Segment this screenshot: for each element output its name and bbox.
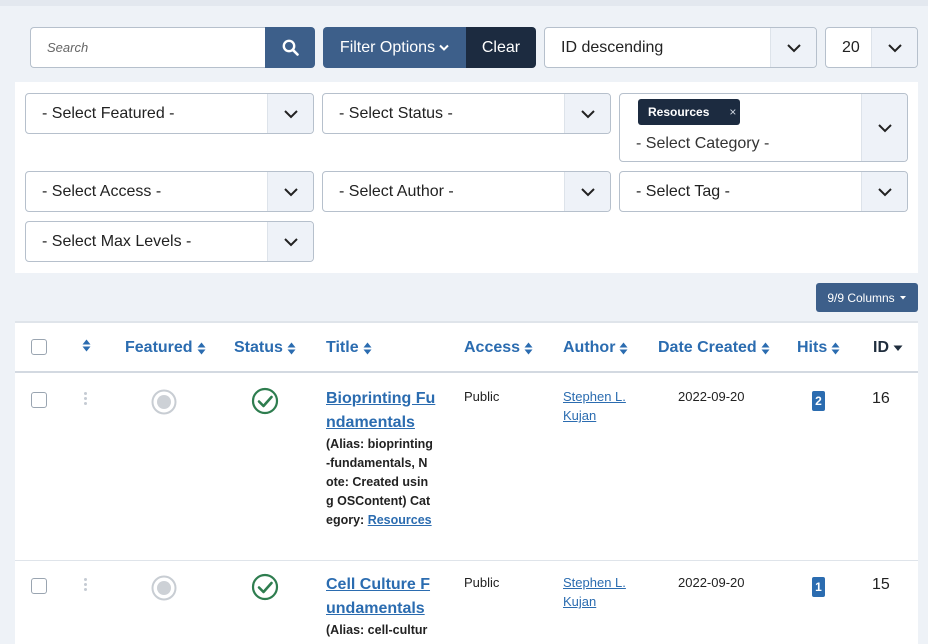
- unfeatured-circle-icon[interactable]: [150, 388, 178, 416]
- date-created-value: 2022-09-20: [678, 389, 745, 404]
- filter-toggle-group: Filter Options Clear: [323, 27, 536, 68]
- id-header-label: ID: [873, 339, 889, 356]
- caret-down-icon: [893, 345, 903, 351]
- date-created-header-label: Date Created: [658, 339, 757, 356]
- access-column-header[interactable]: Access: [464, 339, 533, 357]
- ordering-select[interactable]: ID descending: [544, 27, 817, 68]
- id-value: 15: [872, 576, 890, 593]
- author-header-label: Author: [563, 339, 616, 356]
- sort-icon: [363, 342, 372, 354]
- date-created-value: 2022-09-20: [678, 575, 745, 590]
- select-all-checkbox[interactable]: [31, 339, 47, 355]
- row-checkbox[interactable]: [31, 578, 47, 594]
- author-filter-select[interactable]: - Select Author -: [322, 171, 611, 212]
- filter-options-label: Filter Options: [339, 38, 436, 56]
- drag-handle-icon[interactable]: [84, 578, 88, 593]
- article-title-link[interactable]: Cell Culture Fundamentals: [326, 573, 436, 621]
- author-column-header[interactable]: Author: [563, 339, 628, 357]
- clear-button[interactable]: Clear: [466, 27, 536, 68]
- sort-icon: [619, 342, 628, 354]
- title-column-header[interactable]: Title: [326, 339, 372, 357]
- featured-header-label: Featured: [125, 339, 193, 356]
- id-value: 16: [872, 390, 890, 407]
- category-chip: Resources ×: [638, 99, 740, 125]
- sort-icon: [761, 342, 770, 354]
- sort-icon: [287, 342, 296, 354]
- filter-options-button[interactable]: Filter Options: [323, 27, 466, 68]
- search-bar: [30, 27, 315, 68]
- status-column-header[interactable]: Status: [234, 339, 296, 357]
- columns-toggle-label: 9/9 Columns: [827, 290, 895, 305]
- access-value: Public: [464, 575, 500, 590]
- category-filter-select[interactable]: Resources × - Select Category -: [619, 93, 908, 162]
- title-header-label: Title: [326, 339, 359, 356]
- featured-filter-select[interactable]: - Select Featured -: [25, 93, 314, 134]
- article-alias-note: (Alias: bioprinting-fundamentals, Note: …: [326, 435, 434, 530]
- access-filter-value: - Select Access -: [42, 182, 162, 200]
- date-created-column-header[interactable]: Date Created: [658, 339, 770, 357]
- tag-filter-value: - Select Tag -: [636, 182, 730, 200]
- hits-column-header[interactable]: Hits: [797, 339, 840, 357]
- search-input[interactable]: [30, 27, 266, 68]
- sort-icon: [197, 342, 206, 354]
- columns-toggle-button[interactable]: 9/9 Columns: [816, 283, 918, 312]
- check-circle-icon[interactable]: [251, 573, 279, 601]
- category-chip-label: Resources: [648, 105, 710, 119]
- status-header-label: Status: [234, 339, 283, 356]
- id-column-header[interactable]: ID: [873, 339, 903, 357]
- drag-handle-icon[interactable]: [84, 392, 88, 407]
- article-alias-note: (Alias: cell-culture: [326, 623, 428, 644]
- status-filter-select[interactable]: - Select Status -: [322, 93, 611, 134]
- chevron-down-icon: [564, 172, 610, 211]
- check-circle-icon[interactable]: [251, 387, 279, 415]
- table-header: Featured Status Title Access Author Date…: [15, 323, 918, 373]
- chevron-down-icon: [267, 94, 313, 133]
- chevron-down-icon: [770, 28, 816, 67]
- table-row: Cell Culture Fundamentals (Alias: cell-c…: [15, 562, 918, 644]
- category-link[interactable]: Resources: [368, 513, 432, 527]
- hits-badge: 1: [812, 577, 825, 597]
- chevron-down-icon: [871, 28, 917, 67]
- featured-column-header[interactable]: Featured: [125, 339, 206, 357]
- sort-icon: [831, 342, 840, 354]
- max-levels-filter-value: - Select Max Levels -: [42, 232, 192, 250]
- hits-header-label: Hits: [797, 339, 828, 356]
- filter-panel: - Select Featured - - Select Status - Re…: [15, 82, 918, 273]
- articles-table: Featured Status Title Access Author Date…: [15, 321, 918, 644]
- row-checkbox[interactable]: [31, 392, 47, 408]
- sort-icon: [82, 339, 91, 352]
- status-filter-value: - Select Status -: [339, 104, 453, 122]
- category-filter-placeholder: - Select Category -: [636, 135, 770, 152]
- limit-value: 20: [842, 38, 860, 56]
- chevron-down-icon: [861, 172, 907, 211]
- author-filter-value: - Select Author -: [339, 182, 454, 200]
- author-link[interactable]: Stephen L. Kujan: [563, 387, 633, 425]
- access-header-label: Access: [464, 339, 521, 356]
- ordering-value: ID descending: [561, 38, 664, 56]
- chevron-down-icon: [861, 94, 907, 161]
- featured-filter-value: - Select Featured -: [42, 104, 175, 122]
- chip-remove-icon[interactable]: ×: [729, 105, 736, 119]
- chevron-down-icon: [267, 172, 313, 211]
- access-value: Public: [464, 389, 500, 404]
- sort-icon: [524, 342, 533, 354]
- chevron-down-icon: [564, 94, 610, 133]
- search-icon: [282, 39, 299, 56]
- ordering-sort-header[interactable]: [82, 339, 91, 352]
- chevron-down-icon: [439, 44, 449, 51]
- caret-down-icon: [899, 295, 906, 299]
- max-levels-filter-select[interactable]: - Select Max Levels -: [25, 221, 314, 262]
- access-filter-select[interactable]: - Select Access -: [25, 171, 314, 212]
- author-link[interactable]: Stephen L. Kujan: [563, 573, 633, 611]
- tag-filter-select[interactable]: - Select Tag -: [619, 171, 908, 212]
- search-button[interactable]: [265, 27, 315, 68]
- chevron-down-icon: [267, 222, 313, 261]
- limit-select[interactable]: 20: [825, 27, 918, 68]
- unfeatured-circle-icon[interactable]: [150, 574, 178, 602]
- hits-badge: 2: [812, 391, 825, 411]
- top-border: [0, 0, 928, 6]
- article-title-link[interactable]: Bioprinting Fundamentals: [326, 387, 436, 435]
- table-row: Bioprinting Fundamentals (Alias: bioprin…: [15, 375, 918, 561]
